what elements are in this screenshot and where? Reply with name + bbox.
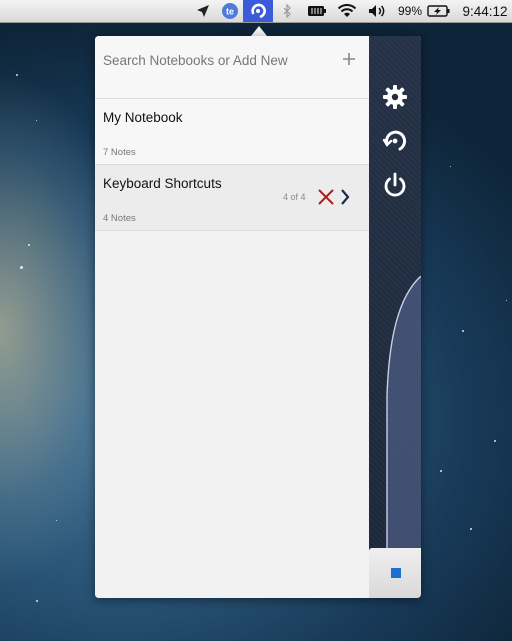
chevron-right-icon [341, 189, 350, 205]
power-icon [384, 172, 406, 197]
notebook-title: My Notebook [103, 110, 183, 125]
popover-arrow [251, 26, 267, 36]
star [450, 166, 451, 167]
action-sidebar [369, 36, 421, 598]
sync-app-icon[interactable] [243, 0, 273, 22]
menu-bar: te 99% 9:44:12 [0, 0, 512, 23]
close-icon [318, 189, 334, 205]
notebook-title: Keyboard Shortcuts [103, 176, 222, 191]
gear-icon [383, 85, 407, 109]
star [56, 520, 57, 521]
star [36, 600, 38, 602]
decorative-curve [386, 276, 421, 548]
battery-icon[interactable] [426, 0, 452, 22]
star [462, 330, 464, 332]
star [28, 244, 30, 246]
notebook-note-count: 7 Notes [103, 147, 136, 158]
volume-icon[interactable] [366, 0, 388, 22]
notebook-row-keyboard-shortcuts[interactable]: Keyboard Shortcuts 4 of 4 4 Notes [95, 165, 369, 231]
star [470, 528, 472, 530]
svg-text:te: te [226, 7, 234, 17]
notebook-list-pane: My Notebook 7 Notes Keyboard Shortcuts 4… [95, 36, 369, 598]
status-tile[interactable] [369, 548, 421, 598]
open-notebook-button[interactable] [339, 187, 351, 207]
star [494, 440, 496, 442]
star [16, 74, 18, 76]
star [36, 120, 37, 121]
star [20, 266, 23, 269]
power-button[interactable] [381, 171, 409, 199]
battery-percent[interactable]: 99% [396, 0, 424, 22]
wifi-icon[interactable] [336, 0, 358, 22]
notebooks-popover: My Notebook 7 Notes Keyboard Shortcuts 4… [95, 36, 421, 598]
search-bar [95, 36, 369, 99]
notebook-row-my-notebook[interactable]: My Notebook 7 Notes [95, 99, 369, 165]
cursor-arrow-icon[interactable] [192, 0, 214, 22]
menubar-clock[interactable]: 9:44:12 [458, 0, 512, 22]
settings-button[interactable] [381, 83, 409, 111]
search-input[interactable] [101, 48, 335, 72]
delete-notebook-button[interactable] [317, 188, 335, 206]
star [440, 470, 442, 472]
plus-icon [343, 53, 355, 65]
bluetooth-icon[interactable] [279, 0, 295, 22]
add-notebook-button[interactable] [340, 46, 358, 72]
notebook-note-count: 4 Notes [103, 213, 136, 224]
notebook-page-indicator: 4 of 4 [283, 192, 306, 202]
sync-button[interactable] [381, 127, 409, 155]
star [506, 300, 507, 301]
square-icon [391, 568, 401, 578]
te-app-icon[interactable]: te [218, 0, 242, 22]
battery-dark-icon[interactable] [306, 0, 328, 22]
sync-icon [382, 130, 407, 151]
